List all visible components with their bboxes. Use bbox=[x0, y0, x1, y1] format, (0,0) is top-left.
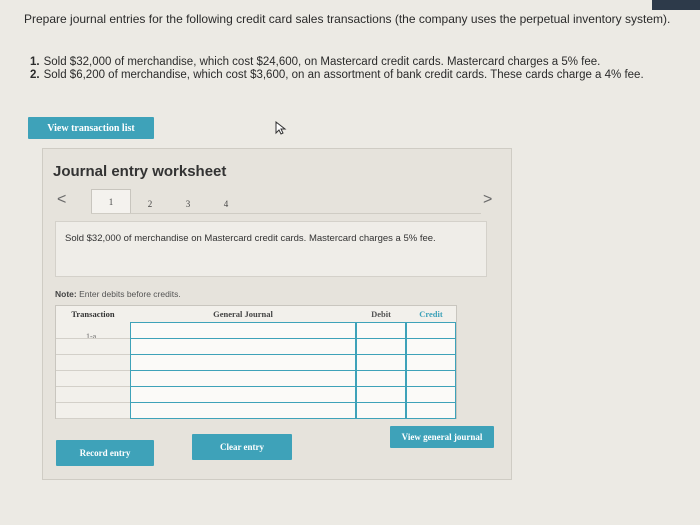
debit-input[interactable] bbox=[356, 338, 406, 355]
journal-table: Transaction General Journal Debit Credit… bbox=[55, 305, 457, 419]
top-bar bbox=[652, 0, 700, 10]
mouse-cursor-icon bbox=[275, 121, 287, 135]
row-divider bbox=[56, 386, 130, 387]
record-entry-button[interactable]: Record entry bbox=[56, 440, 154, 466]
tab-4[interactable]: 4 bbox=[207, 194, 245, 214]
account-title-input[interactable] bbox=[130, 386, 356, 403]
credit-input[interactable] bbox=[406, 354, 456, 371]
account-title-input[interactable] bbox=[130, 402, 356, 419]
chevron-left-icon[interactable]: < bbox=[57, 191, 66, 209]
worksheet-title: Journal entry worksheet bbox=[53, 163, 227, 180]
row-divider bbox=[56, 418, 130, 419]
view-transaction-list-button[interactable]: View transaction list bbox=[28, 117, 154, 139]
account-title-input[interactable] bbox=[130, 370, 356, 387]
credit-input[interactable] bbox=[406, 370, 456, 387]
account-title-input[interactable] bbox=[130, 322, 356, 339]
transaction-item: 2. Sold $6,200 of merchandise, which cost… bbox=[30, 69, 644, 81]
row-divider bbox=[56, 402, 130, 403]
view-general-journal-button[interactable]: View general journal bbox=[390, 426, 494, 448]
credit-input[interactable] bbox=[406, 338, 456, 355]
tab-divider bbox=[91, 213, 481, 214]
tab-1[interactable]: 1 bbox=[91, 189, 131, 214]
debit-input[interactable] bbox=[356, 354, 406, 371]
column-header-transaction: Transaction bbox=[71, 309, 115, 319]
column-header-credit: Credit bbox=[419, 309, 443, 319]
transaction-list: 1. Sold $32,000 of merchandise, which cos… bbox=[30, 56, 644, 82]
column-header-general-journal: General Journal bbox=[213, 309, 273, 319]
tab-3[interactable]: 3 bbox=[169, 194, 207, 214]
chevron-right-icon[interactable]: > bbox=[483, 191, 492, 209]
credit-input[interactable] bbox=[406, 386, 456, 403]
debit-input[interactable] bbox=[356, 402, 406, 419]
transaction-number: 1-a bbox=[86, 332, 97, 341]
tab-2[interactable]: 2 bbox=[131, 194, 169, 214]
row-divider bbox=[56, 338, 130, 339]
column-header-debit: Debit bbox=[371, 309, 391, 319]
row-divider bbox=[56, 354, 130, 355]
instruction-note: Note: Enter debits before credits. bbox=[55, 289, 181, 299]
credit-input[interactable] bbox=[406, 322, 456, 339]
row-divider bbox=[56, 370, 130, 371]
debit-input[interactable] bbox=[356, 322, 406, 339]
question-prompt: Prepare journal entries for the followin… bbox=[24, 12, 671, 26]
clear-entry-button[interactable]: Clear entry bbox=[192, 434, 292, 460]
account-title-input[interactable] bbox=[130, 338, 356, 355]
debit-input[interactable] bbox=[356, 386, 406, 403]
debit-input[interactable] bbox=[356, 370, 406, 387]
account-title-input[interactable] bbox=[130, 354, 356, 371]
transaction-item: 1. Sold $32,000 of merchandise, which cos… bbox=[30, 56, 601, 68]
transaction-description: Sold $32,000 of merchandise on Mastercar… bbox=[65, 233, 436, 244]
worksheet-tabs: 1 2 3 4 bbox=[91, 189, 245, 214]
credit-input[interactable] bbox=[406, 402, 456, 419]
transaction-description-box: Sold $32,000 of merchandise on Mastercar… bbox=[55, 221, 487, 277]
